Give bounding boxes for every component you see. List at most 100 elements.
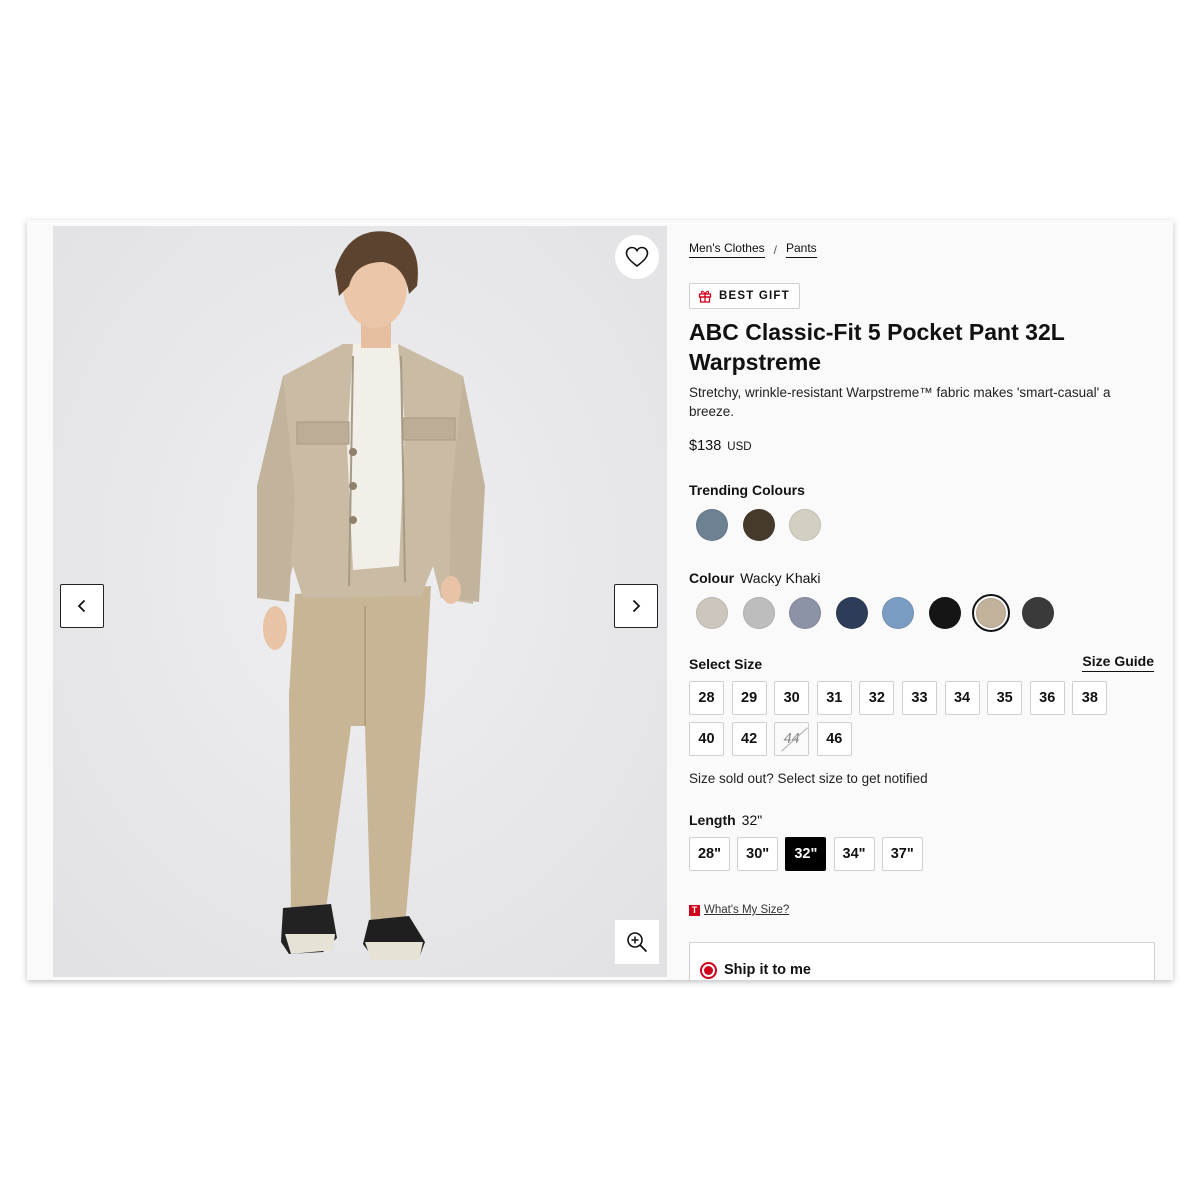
length-label-text: Length bbox=[689, 812, 736, 828]
size-option-button[interactable]: 46 bbox=[816, 722, 852, 756]
trending-colour-swatches bbox=[693, 506, 833, 544]
ship-radio-button[interactable] bbox=[700, 962, 717, 979]
size-option-button[interactable]: 42 bbox=[731, 722, 767, 756]
selected-colour-name: Wacky Khaki bbox=[740, 570, 821, 586]
length-option-button[interactable]: 34" bbox=[833, 837, 875, 871]
select-size-label: Select Size bbox=[689, 656, 763, 672]
size-option-label: 42 bbox=[741, 731, 758, 747]
length-option-label: 30" bbox=[746, 846, 770, 862]
length-label: Length 32" bbox=[689, 812, 762, 828]
trending-colour-swatch[interactable] bbox=[786, 506, 824, 544]
previous-image-button[interactable] bbox=[60, 584, 104, 628]
trending-colours-label: Trending Colours bbox=[689, 482, 805, 498]
colour-swatch-color bbox=[882, 597, 914, 629]
size-option-button[interactable]: 34 bbox=[944, 681, 980, 715]
colour-swatch[interactable] bbox=[926, 594, 964, 632]
trending-colour-swatch-color bbox=[789, 509, 821, 541]
product-page: Men's Clothes / Pants BEST GIFT ABC Clas… bbox=[27, 220, 1173, 980]
radio-selected-dot bbox=[704, 966, 713, 975]
price-amount: $138 bbox=[689, 438, 722, 454]
breadcrumb-separator: / bbox=[773, 242, 777, 257]
colour-swatch-color bbox=[928, 597, 961, 629]
colour-swatch[interactable] bbox=[786, 594, 824, 632]
size-option-button[interactable]: 31 bbox=[816, 681, 852, 715]
trending-colour-swatch-color bbox=[696, 509, 728, 541]
whats-my-size: T What's My Size? bbox=[689, 904, 789, 916]
colour-swatch-color bbox=[835, 597, 868, 629]
size-option-button[interactable]: 35 bbox=[987, 681, 1023, 715]
colour-swatch[interactable] bbox=[740, 594, 778, 632]
colour-swatch[interactable] bbox=[1019, 594, 1057, 632]
colour-swatch-color bbox=[976, 598, 1006, 628]
trending-colour-swatch[interactable] bbox=[740, 506, 778, 544]
favorite-button[interactable] bbox=[615, 235, 659, 279]
size-option-label: 29 bbox=[741, 690, 758, 706]
breadcrumb-pants[interactable]: Pants bbox=[786, 241, 817, 258]
zoom-in-icon bbox=[627, 932, 648, 953]
length-option-button[interactable]: 37" bbox=[881, 837, 923, 871]
chevron-left-icon bbox=[77, 599, 86, 613]
size-option-label: 28 bbox=[698, 690, 715, 706]
size-options-row-2: 40 42 44 46 bbox=[689, 722, 859, 756]
colour-label-text: Colour bbox=[689, 570, 735, 586]
heart-icon bbox=[625, 246, 649, 268]
product-price: $138 USD bbox=[689, 438, 752, 454]
size-option-label: 32 bbox=[868, 690, 885, 706]
colour-swatch-color bbox=[789, 597, 821, 629]
price-currency: USD bbox=[727, 441, 752, 453]
size-option-label: 33 bbox=[911, 690, 928, 706]
badge-label: BEST GIFT bbox=[719, 290, 790, 302]
zoom-button[interactable] bbox=[615, 920, 659, 964]
colour-swatch-color bbox=[742, 597, 775, 629]
size-option-label: 46 bbox=[826, 731, 843, 747]
size-option-button[interactable]: 33 bbox=[901, 681, 937, 715]
ship-it-to-me-label: Ship it to me bbox=[724, 962, 811, 978]
length-option-label: 37" bbox=[890, 846, 914, 862]
size-option-label: 36 bbox=[1039, 690, 1056, 706]
size-option-label: 31 bbox=[826, 690, 843, 706]
t-logo: T bbox=[689, 904, 700, 916]
colour-swatch-color bbox=[1021, 597, 1054, 629]
length-option-button[interactable]: 28" bbox=[689, 837, 730, 871]
colour-swatch[interactable] bbox=[693, 594, 731, 632]
product-description: Stretchy, wrinkle-resistant Warpstreme™ … bbox=[689, 385, 1111, 419]
length-option-label: 32" bbox=[794, 846, 818, 862]
shipping-option-ship[interactable]: Ship it to me bbox=[689, 942, 1155, 980]
size-options-row-1: 28 29 30 31 32 33 34 35 36 38 bbox=[689, 681, 1115, 715]
breadcrumb: Men's Clothes / Pants bbox=[689, 241, 817, 258]
size-guide-link[interactable]: Size Guide bbox=[1082, 653, 1154, 672]
size-option-button[interactable]: 32 bbox=[859, 681, 895, 715]
size-option-button[interactable]: 40 bbox=[689, 722, 724, 756]
size-option-label: 38 bbox=[1081, 690, 1098, 706]
size-option-label: 40 bbox=[698, 731, 715, 747]
size-option-button[interactable]: 29 bbox=[731, 681, 767, 715]
next-image-button[interactable] bbox=[614, 584, 658, 628]
colour-swatch[interactable] bbox=[833, 594, 871, 632]
size-option-button[interactable]: 28 bbox=[689, 681, 724, 715]
product-title: ABC Classic-Fit 5 Pocket Pant 32L Warpst… bbox=[689, 319, 1065, 375]
length-option-button[interactable]: 30" bbox=[737, 837, 779, 871]
length-options: 28" 30" 32" 34" 37" bbox=[689, 837, 930, 871]
trending-colour-swatch-color bbox=[742, 509, 775, 541]
length-option-button[interactable]: 32" bbox=[785, 837, 827, 871]
size-option-button[interactable]: 38 bbox=[1072, 681, 1108, 715]
gift-icon bbox=[698, 290, 712, 303]
colour-label: Colour Wacky Khaki bbox=[689, 570, 821, 586]
size-option-button[interactable]: 44 bbox=[774, 722, 810, 756]
colour-swatch[interactable] bbox=[879, 594, 917, 632]
selected-length: 32" bbox=[741, 812, 763, 828]
size-option-label: 30 bbox=[783, 690, 800, 706]
sold-out-note: Size sold out? Select size to get notifi… bbox=[689, 771, 928, 786]
breadcrumb-mens-clothes[interactable]: Men's Clothes bbox=[689, 241, 765, 258]
colour-swatch[interactable] bbox=[972, 594, 1010, 632]
product-photo bbox=[53, 226, 667, 977]
size-option-button[interactable]: 36 bbox=[1029, 681, 1065, 715]
size-option-label: 34 bbox=[953, 690, 971, 706]
trending-colour-swatch[interactable] bbox=[693, 506, 731, 544]
whats-my-size-link[interactable]: What's My Size? bbox=[704, 904, 789, 916]
colour-swatches bbox=[693, 594, 1065, 632]
size-option-label: 35 bbox=[996, 690, 1013, 706]
best-gift-badge: BEST GIFT bbox=[689, 283, 800, 309]
product-details: Men's Clothes / Pants BEST GIFT ABC Clas… bbox=[689, 220, 1159, 980]
size-option-button[interactable]: 30 bbox=[774, 681, 810, 715]
